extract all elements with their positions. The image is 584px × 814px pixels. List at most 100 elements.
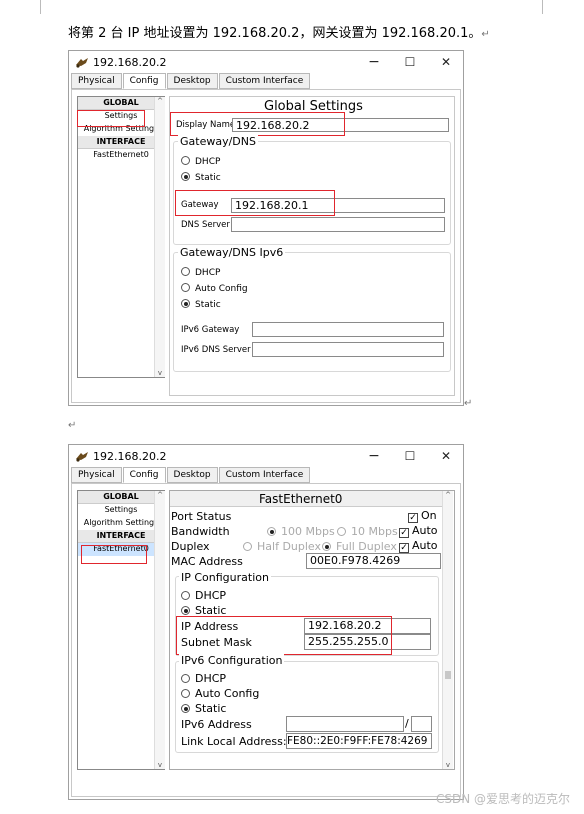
ipv6-static-label: Static	[195, 300, 221, 310]
ipv6-prefix-input[interactable]	[411, 716, 432, 732]
ipv6-dns-label: IPv6 DNS Server	[181, 345, 251, 355]
full-duplex-radio[interactable]: Full Duplex	[322, 540, 397, 553]
nav-algorithm-settings[interactable]: Algorithm Settings	[78, 517, 164, 530]
panel-title: FastEthernet0	[259, 492, 343, 506]
link-local-address-label: Link Local Address:	[181, 735, 287, 748]
scroll-up-icon[interactable]: ^	[155, 491, 165, 499]
tab-desktop[interactable]: Desktop	[166, 467, 218, 483]
ipv6-gateway-label: IPv6 Gateway	[181, 325, 240, 335]
maximize-icon[interactable]: ☐	[395, 447, 425, 465]
ipv6-address-input[interactable]	[286, 716, 404, 732]
radio-disabled-icon	[337, 527, 346, 536]
tab-physical[interactable]: Physical	[71, 73, 122, 89]
full-duplex-label: Full Duplex	[336, 540, 397, 553]
bw-10-radio[interactable]: 10 Mbps	[337, 525, 398, 538]
ipv6-dns-input[interactable]	[252, 342, 444, 357]
panel-scrollbar[interactable]: ^ v	[442, 491, 453, 769]
half-duplex-radio[interactable]: Half Duplex	[243, 540, 321, 553]
ipv6-auto-config-radio[interactable]: Auto Config	[181, 283, 248, 294]
mac-address-input[interactable]: 00E0.F978.4269	[306, 553, 441, 569]
bw-auto-checkbox[interactable]: ✓ Auto	[399, 524, 438, 538]
ipv6-dhcp-radio[interactable]: DHCP	[181, 672, 226, 685]
tab-custom-interface[interactable]: Custom Interface	[218, 467, 311, 483]
radio-icon	[181, 283, 190, 292]
ipv6-static-radio[interactable]: Static	[181, 702, 226, 715]
ipv6-auto-config-radio[interactable]: Auto Config	[181, 687, 259, 700]
maximize-icon[interactable]: ☐	[395, 53, 425, 71]
scroll-down-icon[interactable]: v	[155, 369, 165, 377]
return-mark: ↵	[481, 29, 490, 40]
tab-custom-interface[interactable]: Custom Interface	[218, 73, 311, 89]
bandwidth-label: Bandwidth	[171, 525, 230, 538]
mac-address-label: MAC Address	[171, 555, 243, 568]
minimize-icon[interactable]: −	[359, 53, 389, 71]
checkbox-checked-icon: ✓	[408, 513, 418, 523]
close-icon[interactable]: ✕	[431, 447, 461, 465]
highlight-box-fastethernet0	[81, 545, 147, 564]
nav-interface-header: INTERFACE	[78, 530, 164, 543]
tab-strip: Physical Config Desktop Custom Interface	[71, 73, 311, 89]
scroll-up-icon[interactable]: ^	[443, 491, 453, 499]
radio-disabled-icon	[322, 542, 331, 551]
gateway-dns-ipv6-title: Gateway/DNS Ipv6	[178, 246, 286, 259]
radio-icon	[181, 156, 190, 165]
link-local-address-input[interactable]: FE80::2E0:F9FF:FE78:4269	[286, 733, 432, 749]
tab-desktop[interactable]: Desktop	[166, 73, 218, 89]
device-window-fastethernet: 192.168.20.2 − ☐ ✕ Physical Config Deskt…	[68, 444, 464, 800]
radio-icon	[181, 689, 190, 698]
dns-server-input[interactable]	[231, 217, 445, 232]
dhcp-label: DHCP	[195, 157, 221, 167]
radio-icon	[181, 674, 190, 683]
ipv6-static-radio[interactable]: Static	[181, 299, 221, 310]
highlight-box-gateway	[175, 190, 335, 216]
ipv6-prefix-separator: /	[405, 717, 409, 730]
tab-config[interactable]: Config	[122, 467, 166, 483]
ipv6-static-label: Static	[195, 702, 227, 715]
ipv6-dhcp-radio[interactable]: DHCP	[181, 267, 220, 278]
highlight-box-settings	[77, 110, 145, 127]
radio-disabled-icon	[243, 542, 252, 551]
nav-global-header: GLOBAL	[78, 491, 164, 504]
port-on-checkbox[interactable]: ✓ On	[408, 509, 437, 523]
radio-icon	[181, 267, 190, 276]
nav-interface-header: INTERFACE	[78, 136, 164, 149]
duplex-auto-checkbox[interactable]: ✓ Auto	[399, 539, 438, 553]
window-title: 192.168.20.2	[93, 449, 167, 463]
ipv6-dhcp-label: DHCP	[195, 672, 227, 685]
ipv6-auto-config-label: Auto Config	[195, 687, 260, 700]
device-window-global: 192.168.20.2 − ☐ ✕ Physical Config Deskt…	[68, 50, 464, 406]
ip-configuration-title: IP Configuration	[179, 571, 271, 584]
scrollbar-thumb[interactable]	[445, 671, 451, 679]
config-nav-list: GLOBAL Settings Algorithm Settings INTER…	[77, 490, 165, 770]
minimize-icon[interactable]: −	[359, 447, 389, 465]
ipv6-gateway-input[interactable]	[252, 322, 444, 337]
nav-settings[interactable]: Settings	[78, 504, 164, 517]
tab-strip: Physical Config Desktop Custom Interface	[71, 467, 311, 483]
nav-global-header: GLOBAL	[78, 97, 164, 110]
dhcp-label: DHCP	[195, 589, 227, 602]
scroll-down-icon[interactable]: v	[443, 761, 453, 769]
scroll-down-icon[interactable]: v	[155, 761, 165, 769]
duplex-label: Duplex	[171, 540, 210, 553]
nav-fastethernet0[interactable]: FastEthernet0	[78, 149, 164, 162]
packet-tracer-device-icon	[75, 451, 89, 462]
bw-100-radio[interactable]: 100 Mbps	[267, 525, 335, 538]
radio-selected-icon	[181, 606, 190, 615]
scroll-up-icon[interactable]: ^	[155, 97, 165, 105]
duplex-auto-label: Auto	[412, 539, 438, 552]
intro-text: 将第 2 台 IP 地址设置为 192.168.20.2，网关设置为 192.1…	[68, 22, 490, 41]
half-duplex-label: Half Duplex	[257, 540, 322, 553]
dhcp-radio[interactable]: DHCP	[181, 156, 220, 167]
dhcp-radio[interactable]: DHCP	[181, 589, 226, 602]
tab-config[interactable]: Config	[122, 73, 166, 89]
window-title: 192.168.20.2	[93, 55, 167, 69]
checkbox-checked-icon: ✓	[399, 528, 409, 538]
radio-selected-icon	[181, 172, 190, 181]
nav-scrollbar[interactable]: ^ v	[154, 491, 165, 769]
tab-physical[interactable]: Physical	[71, 467, 122, 483]
close-icon[interactable]: ✕	[431, 53, 461, 71]
port-status-label: Port Status	[171, 510, 232, 523]
nav-scrollbar[interactable]: ^ v	[154, 97, 165, 377]
static-radio[interactable]: Static	[181, 172, 221, 183]
highlight-box-ip-mask	[176, 616, 392, 655]
